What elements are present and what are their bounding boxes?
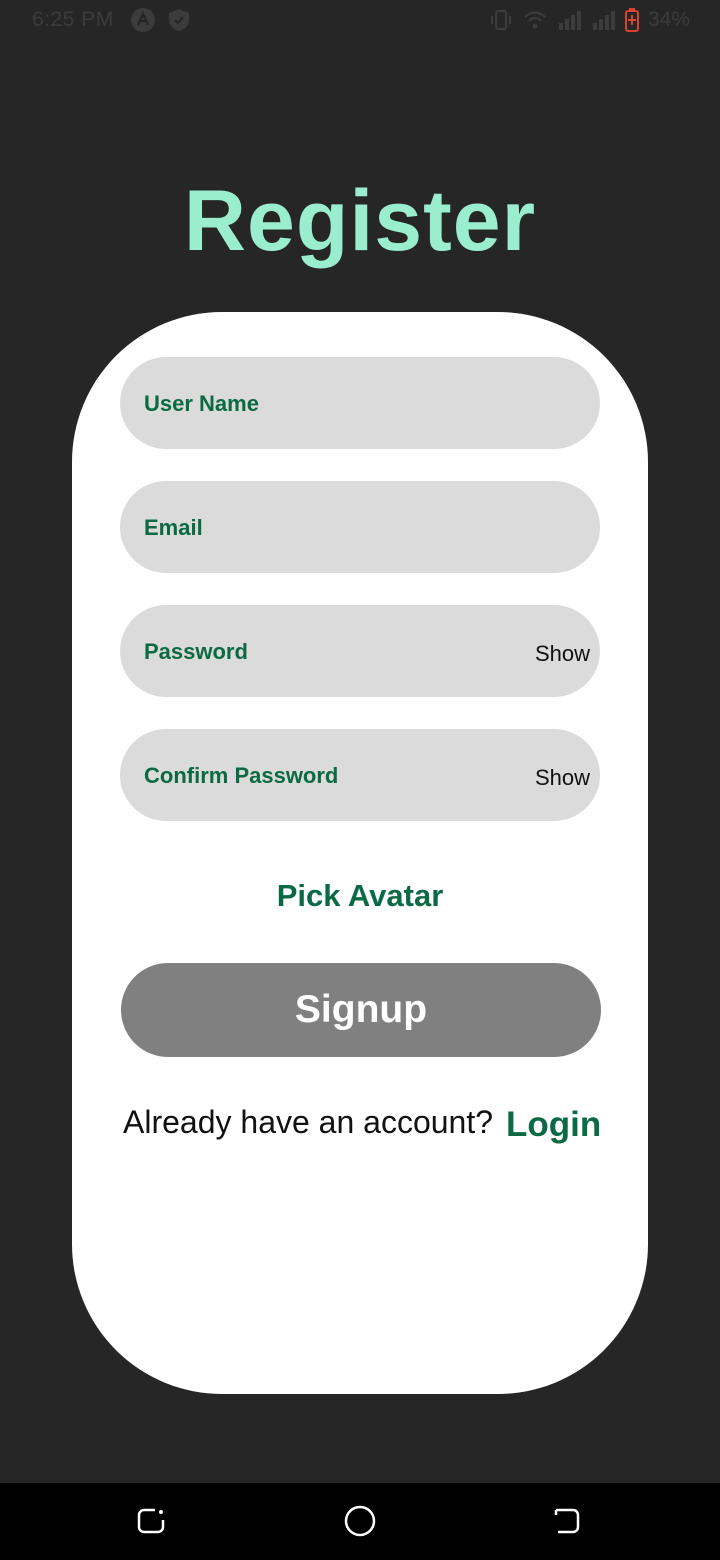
register-card: User Name Email Password Show Confirm Pa… bbox=[72, 312, 648, 1394]
login-link[interactable]: Login bbox=[506, 1105, 601, 1145]
wifi-icon bbox=[524, 11, 546, 29]
page-title: Register bbox=[183, 173, 537, 269]
signup-button[interactable]: Signup bbox=[121, 963, 601, 1057]
android-icon bbox=[131, 8, 155, 32]
username-placeholder: User Name bbox=[144, 391, 259, 416]
shield-icon bbox=[169, 9, 189, 31]
pick-avatar-button[interactable]: Pick Avatar bbox=[72, 878, 648, 914]
battery-percentage: 34% bbox=[647, 8, 690, 31]
home-icon[interactable] bbox=[342, 1503, 378, 1539]
email-placeholder: Email bbox=[144, 515, 203, 540]
signal-icon bbox=[592, 11, 615, 30]
password-field[interactable]: Password Show bbox=[120, 605, 600, 697]
signal-icon bbox=[558, 11, 581, 30]
password-show-toggle[interactable]: Show bbox=[535, 641, 590, 667]
vibrate-icon bbox=[490, 10, 511, 30]
already-have-account-text: Already have an account? bbox=[123, 1104, 494, 1140]
password-placeholder: Password bbox=[144, 639, 248, 664]
username-field[interactable]: User Name bbox=[120, 357, 600, 449]
back-icon[interactable] bbox=[548, 1503, 584, 1539]
confirm-password-placeholder: Confirm Password bbox=[144, 763, 339, 788]
confirm-password-field[interactable]: Confirm Password Show bbox=[120, 729, 600, 821]
status-time: 6:25 PM bbox=[32, 8, 114, 31]
navigation-bar bbox=[0, 1483, 720, 1560]
recents-icon[interactable] bbox=[133, 1503, 169, 1539]
status-icons-left bbox=[130, 7, 192, 33]
status-bar: 6:25 PM 34% bbox=[0, 0, 720, 40]
email-field[interactable]: Email bbox=[120, 481, 600, 573]
confirm-password-show-toggle[interactable]: Show bbox=[535, 765, 590, 791]
battery-icon bbox=[624, 8, 639, 32]
status-icons-right: 34% bbox=[488, 7, 690, 33]
